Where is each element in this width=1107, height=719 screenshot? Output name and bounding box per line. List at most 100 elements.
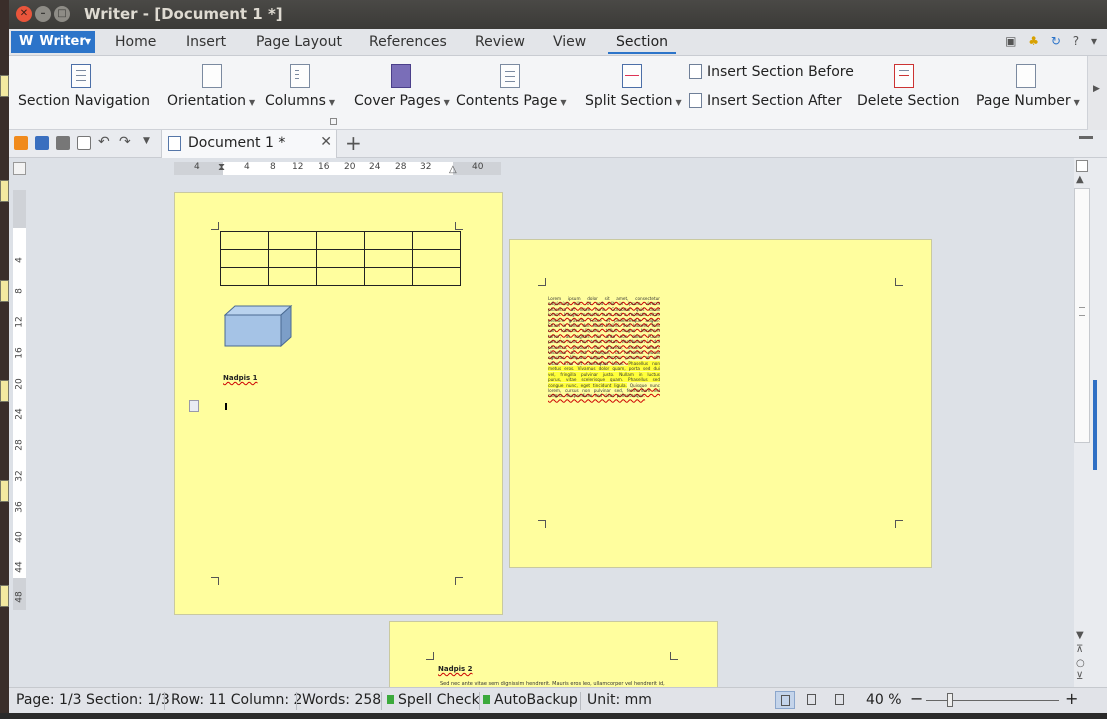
scrollbar-thumb[interactable] bbox=[1079, 307, 1085, 316]
zoom-level[interactable]: 40 % bbox=[866, 692, 902, 708]
page-view-button[interactable] bbox=[775, 691, 795, 709]
columns-button[interactable]: Columns ▼ bbox=[265, 93, 335, 109]
document-icon bbox=[168, 136, 181, 151]
ribbon-scroll-button[interactable]: ▶ bbox=[1087, 56, 1107, 130]
next-page-icon[interactable]: ⊻ bbox=[1076, 671, 1083, 682]
delete-section-icon bbox=[894, 64, 914, 88]
print-icon[interactable] bbox=[56, 136, 70, 150]
insert-section-after-label: Insert Section After bbox=[707, 93, 842, 109]
menu-dropdown-icon[interactable]: ▾ bbox=[1091, 34, 1097, 48]
page-1[interactable]: Nadpis 1 bbox=[174, 192, 503, 615]
menu-page-layout[interactable]: Page Layout bbox=[256, 34, 342, 50]
contents-page-button[interactable]: Contents Page ▼ bbox=[456, 93, 566, 109]
vertical-ruler[interactable]: 4 8 12 16 20 24 28 32 36 40 44 48 bbox=[13, 190, 26, 610]
menu-section[interactable]: Section bbox=[608, 34, 677, 54]
row-column-status: Row: 11 Column: 2 bbox=[171, 692, 303, 708]
zoom-slider-track[interactable] bbox=[926, 700, 1059, 701]
ruler-tick: 24 bbox=[14, 408, 25, 420]
close-tab-icon[interactable]: ✕ bbox=[320, 134, 332, 150]
page-section-status[interactable]: Page: 1/3 Section: 1/3 bbox=[16, 692, 170, 708]
document-tab[interactable]: Document 1 * ✕ bbox=[161, 130, 337, 158]
vertical-scrollbar[interactable]: ▲ ▼ ⊼ ○ ⊻ bbox=[1074, 158, 1107, 687]
web-view-button[interactable] bbox=[830, 691, 850, 709]
skin-icon[interactable]: ▣ bbox=[1005, 34, 1016, 48]
split-section-button[interactable]: Split Section ▼ bbox=[585, 93, 682, 109]
help-icon[interactable]: ? bbox=[1073, 34, 1079, 48]
previous-page-icon[interactable]: ⊼ bbox=[1076, 644, 1083, 655]
zoom-slider-thumb[interactable] bbox=[947, 693, 953, 707]
shirt-icon[interactable]: ♣ bbox=[1028, 34, 1039, 48]
menu-home[interactable]: Home bbox=[115, 34, 156, 50]
ribbon-launcher-icon[interactable] bbox=[330, 118, 337, 125]
minimize-icon[interactable]: – bbox=[35, 6, 51, 22]
select-browse-object-icon[interactable]: ○ bbox=[1076, 658, 1085, 669]
app-menu-button[interactable]: W Writer ▼ bbox=[11, 31, 95, 53]
scroll-down-icon[interactable]: ▼ bbox=[1076, 630, 1084, 641]
autobackup-status[interactable]: AutoBackup bbox=[483, 692, 578, 708]
zoom-out-button[interactable]: − bbox=[910, 689, 923, 708]
desktop-strip bbox=[0, 0, 9, 719]
sync-icon[interactable]: ↻ bbox=[1051, 34, 1061, 48]
maximize-icon[interactable]: □ bbox=[54, 6, 70, 22]
insert-before-icon bbox=[689, 64, 702, 79]
ribbon-toolbar: Section Navigation Orientation ▼ Columns ▼… bbox=[9, 56, 1087, 130]
outline-view-button[interactable] bbox=[802, 691, 822, 709]
print-preview-icon[interactable] bbox=[77, 136, 91, 150]
open-icon[interactable] bbox=[14, 136, 28, 150]
menu-insert[interactable]: Insert bbox=[186, 34, 226, 50]
crop-mark bbox=[895, 520, 903, 528]
cover-pages-button[interactable]: Cover Pages ▼ bbox=[354, 93, 450, 109]
customize-toolbar-icon[interactable]: ▼ bbox=[143, 136, 157, 150]
section-navigation-button[interactable]: Section Navigation bbox=[18, 93, 150, 109]
close-icon[interactable]: ✕ bbox=[16, 6, 32, 22]
scroll-up-icon[interactable]: ▲ bbox=[1076, 174, 1084, 185]
right-indent-marker-icon[interactable]: △ bbox=[449, 164, 457, 175]
insert-section-before-button[interactable]: Insert Section Before bbox=[689, 64, 854, 80]
ruler-tick: 16 bbox=[318, 162, 330, 172]
page-3[interactable]: Nadpis 2 Sed nec ante vitae sem dignissi… bbox=[389, 621, 718, 687]
heading-1: Nadpis 1 bbox=[223, 374, 258, 382]
menu-review[interactable]: Review bbox=[475, 34, 525, 50]
outline-view-icon bbox=[807, 694, 816, 705]
document-workspace[interactable]: 4 4 8 12 16 20 24 28 32 40 ⧗ △ 4 8 12 16… bbox=[9, 158, 1074, 687]
spell-check-status[interactable]: Spell Check bbox=[387, 692, 480, 708]
chevron-down-icon: ▼ bbox=[1073, 98, 1080, 107]
window-title: Writer - [Document 1 *] bbox=[84, 5, 283, 23]
split-section-label: Split Section bbox=[585, 93, 673, 109]
cover-pages-label: Cover Pages bbox=[354, 93, 441, 109]
indent-marker-icon[interactable]: ⧗ bbox=[218, 162, 225, 173]
delete-section-button[interactable]: Delete Section bbox=[857, 93, 959, 109]
ruler-corner-button[interactable] bbox=[13, 162, 26, 175]
menu-references[interactable]: References bbox=[369, 34, 447, 50]
save-icon[interactable] bbox=[35, 136, 49, 150]
split-section-icon bbox=[622, 64, 642, 88]
insert-section-after-button[interactable]: Insert Section After bbox=[689, 93, 842, 109]
status-divider bbox=[296, 692, 297, 710]
navigation-pane-icon[interactable] bbox=[1076, 160, 1088, 172]
horizontal-ruler[interactable]: 4 4 8 12 16 20 24 28 32 40 ⧗ △ bbox=[174, 162, 501, 175]
crop-mark bbox=[538, 520, 546, 528]
new-tab-icon[interactable]: + bbox=[345, 131, 362, 155]
columns-icon bbox=[290, 64, 310, 88]
side-panel-handle[interactable] bbox=[1093, 380, 1097, 470]
table[interactable] bbox=[220, 231, 461, 286]
unit-status[interactable]: Unit: mm bbox=[587, 692, 652, 708]
ruler-tick: 20 bbox=[344, 162, 356, 172]
ruler-tick: 36 bbox=[14, 501, 25, 513]
page-number-button[interactable]: Page Number ▼ bbox=[976, 93, 1080, 109]
paragraph-options-icon[interactable] bbox=[189, 400, 199, 412]
undo-icon[interactable]: ↶ bbox=[98, 135, 112, 150]
menu-view[interactable]: View bbox=[553, 34, 586, 50]
cuboid-shape[interactable] bbox=[224, 305, 294, 351]
crop-mark bbox=[455, 222, 463, 230]
word-count-status[interactable]: Words: 258 bbox=[302, 692, 381, 708]
redo-icon[interactable]: ↷ bbox=[119, 135, 133, 150]
ruler-tick: 4 bbox=[194, 162, 200, 172]
chevron-down-icon: ▼ bbox=[328, 98, 336, 107]
scrollbar-track[interactable] bbox=[1074, 188, 1090, 443]
tab-list-icon[interactable] bbox=[1079, 136, 1093, 148]
orientation-button[interactable]: Orientation ▼ bbox=[167, 93, 255, 109]
zoom-in-button[interactable]: + bbox=[1065, 689, 1078, 708]
page-2[interactable]: Lorem ipsum dolor sit amet, consectetur … bbox=[509, 239, 932, 568]
section-navigation-icon bbox=[71, 64, 91, 88]
